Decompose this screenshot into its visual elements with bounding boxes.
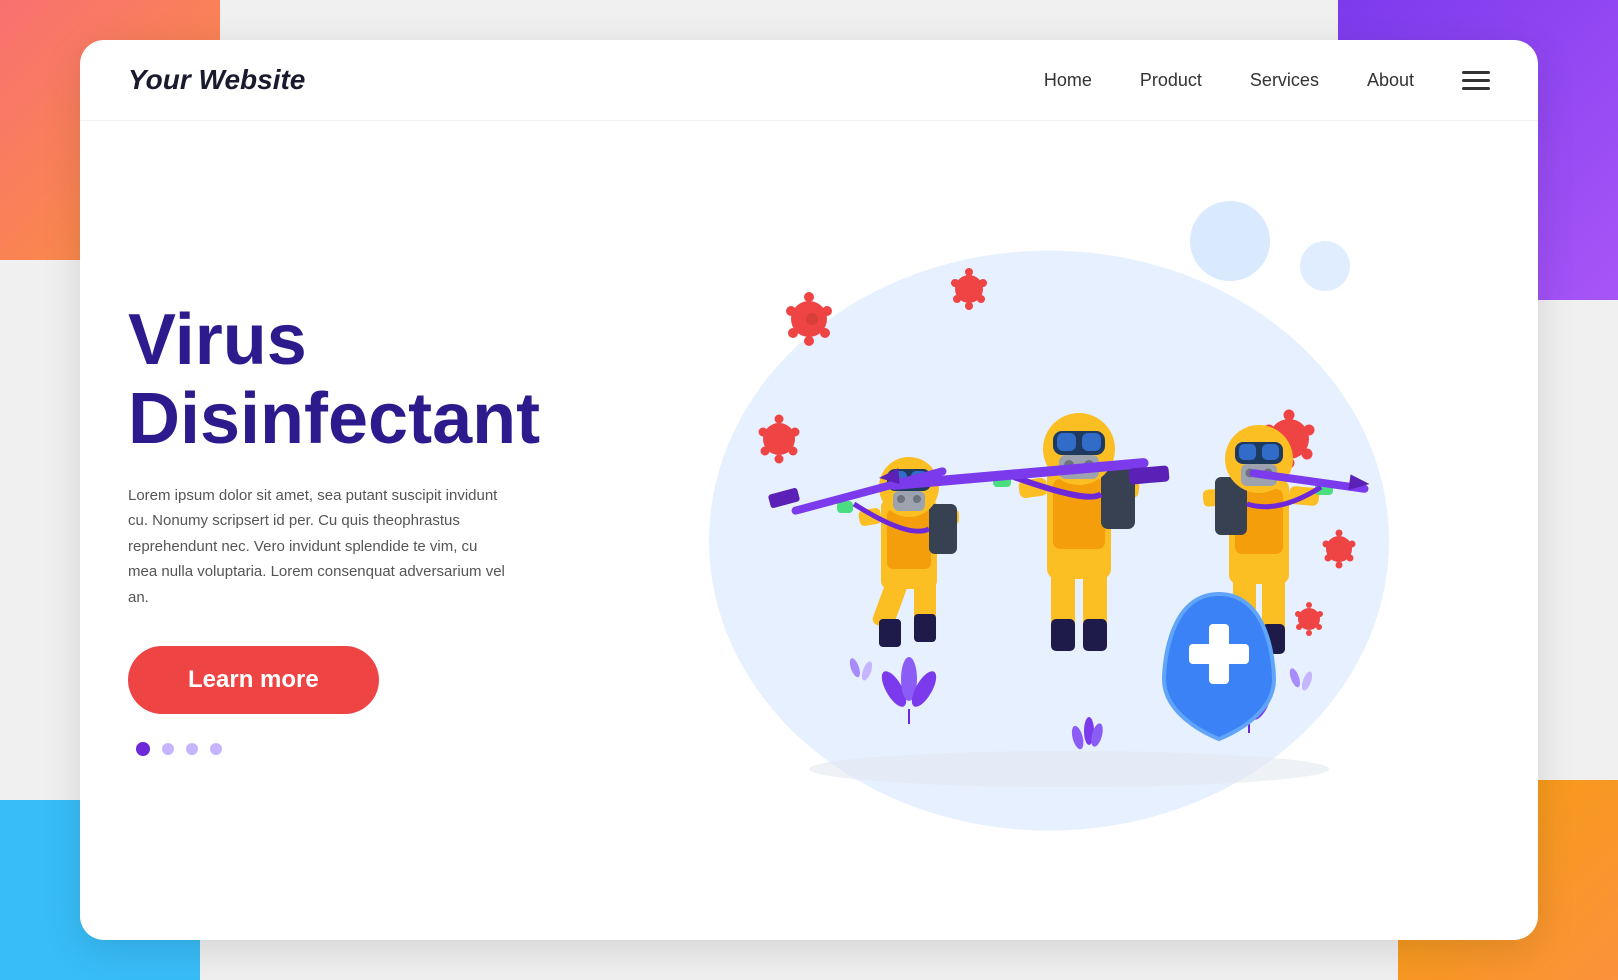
virus-3	[759, 414, 800, 463]
nav-product[interactable]: Product	[1140, 70, 1202, 91]
dot-1[interactable]	[136, 742, 150, 756]
leaf-sprig-3	[1070, 717, 1105, 750]
hazmat-worker-2	[993, 413, 1140, 651]
hazmat-illustration	[689, 239, 1409, 819]
hamburger-line-3	[1462, 87, 1490, 90]
hamburger-menu[interactable]	[1462, 71, 1490, 90]
medical-shield	[1164, 594, 1274, 739]
leaf-sprig-2	[1288, 666, 1314, 691]
virus-2	[951, 268, 987, 310]
dot-3[interactable]	[186, 743, 198, 755]
logo: Your Website	[128, 64, 305, 96]
hero-left: Virus Disinfectant Lorem ipsum dolor sit…	[128, 301, 608, 757]
main-card: Your Website Home Product Services About…	[80, 40, 1538, 940]
hero-title-line1: Virus	[128, 300, 307, 380]
virus-5	[1323, 529, 1356, 568]
ground-shadow	[809, 751, 1329, 787]
dot-2[interactable]	[162, 743, 174, 755]
header: Your Website Home Product Services About	[80, 40, 1538, 121]
hamburger-line-1	[1462, 71, 1490, 74]
virus-1	[786, 292, 832, 346]
hero-title-line2: Disinfectant	[128, 379, 540, 459]
main-content: Virus Disinfectant Lorem ipsum dolor sit…	[80, 121, 1538, 936]
leaf-sprig-1	[848, 656, 874, 681]
nav-services[interactable]: Services	[1250, 70, 1319, 91]
virus-6	[1295, 602, 1323, 636]
hero-illustration	[608, 141, 1490, 916]
hamburger-line-2	[1462, 79, 1490, 82]
hero-title: Virus Disinfectant	[128, 301, 608, 459]
carousel-dots	[136, 742, 608, 756]
nav-home[interactable]: Home	[1044, 70, 1092, 91]
dot-4[interactable]	[210, 743, 222, 755]
navigation: Home Product Services About	[1044, 70, 1414, 91]
nav-about[interactable]: About	[1367, 70, 1414, 91]
learn-more-button[interactable]: Learn more	[128, 646, 379, 714]
plant-left	[877, 657, 941, 724]
hero-description: Lorem ipsum dolor sit amet, sea putant s…	[128, 483, 508, 611]
